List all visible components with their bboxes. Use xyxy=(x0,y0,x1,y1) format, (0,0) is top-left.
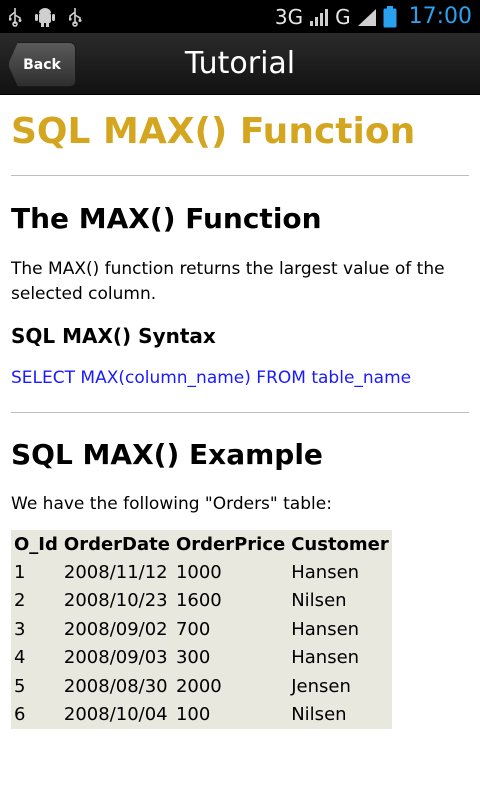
table-row: 5 2008/08/30 2000 Jensen xyxy=(11,672,392,701)
syntax-code: SELECT MAX(column_name) FROM table_name xyxy=(11,368,412,388)
table-cell: Hansen xyxy=(291,561,360,583)
table-row: 3 2008/09/02 700 Hansen xyxy=(11,615,392,644)
table-cell: Hansen xyxy=(291,618,360,640)
table-row: 2 2008/10/23 1600 Nilsen xyxy=(11,587,392,616)
table-cell: Nilsen xyxy=(291,590,347,612)
table-cell: 2008/11/12 xyxy=(63,561,168,583)
table-cell: 2000 xyxy=(175,675,222,697)
status-bar: 3G G 17:00 xyxy=(0,0,480,33)
table-cell: 700 xyxy=(175,618,211,640)
table-header-cell: OrderDate xyxy=(63,533,170,555)
table-header-cell: Customer xyxy=(291,533,389,555)
signal-strength-icon xyxy=(309,7,329,27)
section-paragraph: We have the following "Orders" table: xyxy=(11,494,332,514)
action-bar: Back Tutorial xyxy=(0,33,480,95)
table-cell: Jensen xyxy=(291,675,351,697)
table-cell: 2008/08/30 xyxy=(63,675,168,697)
section-heading: The MAX() Function xyxy=(11,202,322,235)
tutorial-content: SQL MAX() Function The MAX() Function Th… xyxy=(11,94,471,729)
table-cell: 2008/10/23 xyxy=(63,590,168,612)
table-cell: Hansen xyxy=(291,647,360,669)
table-cell: 300 xyxy=(175,647,211,669)
table-cell: 100 xyxy=(175,704,211,726)
battery-icon xyxy=(383,5,397,28)
table-cell: 6 xyxy=(14,704,26,726)
orders-table: O_Id OrderDate OrderPrice Customer 1 200… xyxy=(11,530,392,729)
section-paragraph: The MAX() function returns the largest v… xyxy=(11,259,445,304)
network-type-label-2: G xyxy=(335,4,351,29)
table-cell: 3 xyxy=(14,618,26,640)
table-cell: 1600 xyxy=(175,590,222,612)
table-cell: 2008/09/02 xyxy=(63,618,168,640)
android-debug-icon xyxy=(34,7,56,27)
table-row: 1 2008/11/12 1000 Hansen xyxy=(11,558,392,587)
table-header-cell: O_Id xyxy=(14,533,58,555)
table-cell: 2 xyxy=(14,590,26,612)
clock: 17:00 xyxy=(408,4,472,29)
page-title: SQL MAX() Function xyxy=(11,111,416,152)
network-type-label: 3G xyxy=(274,4,304,29)
table-cell: 4 xyxy=(14,647,26,669)
table-cell: 1000 xyxy=(175,561,222,583)
back-button[interactable]: Back xyxy=(8,42,76,87)
table-cell: 2008/10/04 xyxy=(63,704,168,726)
usb-icon xyxy=(8,7,22,27)
table-cell: Nilsen xyxy=(291,704,347,726)
table-cell: 1 xyxy=(14,561,26,583)
table-header-cell: OrderPrice xyxy=(175,533,286,555)
table-row: 6 2008/10/04 100 Nilsen xyxy=(11,701,392,730)
usb-icon xyxy=(68,7,82,27)
table-row: 4 2008/09/03 300 Hansen xyxy=(11,644,392,673)
syntax-heading: SQL MAX() Syntax xyxy=(11,324,216,348)
table-cell: 5 xyxy=(14,675,26,697)
table-cell: 2008/09/03 xyxy=(63,647,168,669)
signal-strength-icon xyxy=(357,7,377,27)
table-header-row: O_Id OrderDate OrderPrice Customer xyxy=(11,530,392,558)
section-heading: SQL MAX() Example xyxy=(11,438,323,471)
